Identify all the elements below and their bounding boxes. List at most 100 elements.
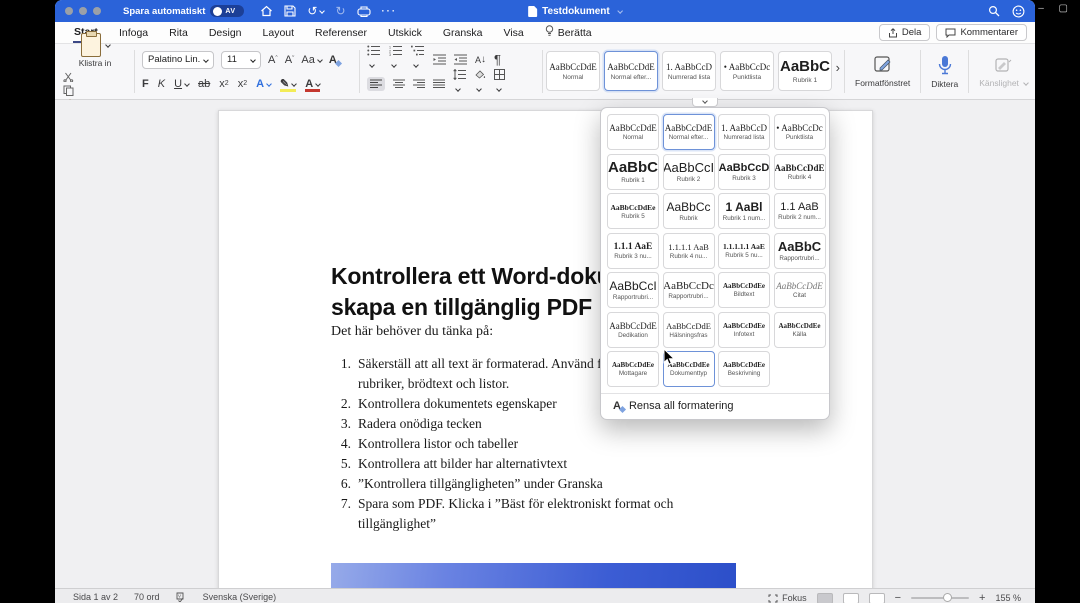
justify-button[interactable] [433, 79, 445, 89]
style-chip-infotext[interactable]: AaBbCcDdEeInfotext [718, 312, 770, 348]
zoom-slider[interactable] [911, 597, 969, 599]
style-chip-punktlista[interactable]: • AaBbCcDcPunktlista [774, 114, 826, 150]
word-count[interactable]: 70 ord [134, 592, 160, 602]
home-icon[interactable] [260, 5, 273, 17]
borders-icon[interactable] [494, 69, 505, 98]
strikethrough-button[interactable]: ab [198, 78, 210, 90]
view-outline-button[interactable] [869, 593, 885, 603]
style-chip-källa[interactable]: AaBbCcDdEeKälla [774, 312, 826, 348]
save-icon[interactable] [284, 5, 296, 17]
document-image[interactable] [331, 563, 736, 588]
style-chip-rubrik-2[interactable]: AaBbCcIRubrik 2 [663, 154, 715, 190]
font-color-icon[interactable]: A [305, 78, 320, 90]
smiley-icon[interactable] [1012, 5, 1025, 18]
subscript-button[interactable]: x2 [219, 78, 228, 90]
sort-icon[interactable]: A↓ [475, 54, 486, 65]
style-chip-rubrik-4[interactable]: AaBbCcDdERubrik 4 [774, 154, 826, 190]
style-chip-rubrik-1[interactable]: AaBbCRubrik 1 [607, 154, 659, 190]
superscript-button[interactable]: x2 [238, 78, 247, 90]
tab-utskick[interactable]: Utskick [387, 24, 423, 42]
underline-button[interactable]: U [174, 78, 189, 90]
decrease-indent-icon[interactable] [433, 54, 446, 65]
text-effects-icon[interactable]: A [256, 78, 271, 90]
clear-formatting-icon[interactable]: A [329, 54, 337, 66]
document-title[interactable]: Testdokument [528, 6, 622, 17]
numbered-list-icon[interactable]: 123 [389, 45, 403, 74]
redo-icon[interactable]: ↻ [335, 5, 345, 17]
tab-layout[interactable]: Layout [262, 24, 296, 42]
style-chip-citat[interactable]: AaBbCcDdECitat [774, 272, 826, 308]
search-icon[interactable] [988, 5, 1000, 17]
style-chip-normal-efter-[interactable]: AaBbCcDdENormal efter... [663, 114, 715, 150]
style-chip-rapportrubri-[interactable]: AaBbCRapportrubri... [774, 233, 826, 269]
tab-visa[interactable]: Visa [503, 24, 525, 42]
language-indicator[interactable]: Svenska (Sverige) [203, 592, 277, 602]
tab-berätta[interactable]: Berätta [544, 22, 593, 43]
autosave-switch[interactable]: AV [210, 5, 244, 17]
style-chip-beskrivning[interactable]: AaBbCcDdEeBeskrivning [718, 351, 770, 387]
shrink-font-icon[interactable]: Aˇ [285, 54, 295, 66]
bold-button[interactable]: F [142, 78, 149, 90]
line-spacing-icon[interactable] [453, 69, 466, 98]
style-chip-mottagare[interactable]: AaBbCcDdEeMottagare [607, 351, 659, 387]
comments-button[interactable]: Kommentarer [936, 24, 1027, 41]
focus-button[interactable]: Fokus [768, 593, 807, 603]
copy-icon[interactable] [63, 85, 127, 96]
format-pane-button[interactable]: Formatfönstret [848, 44, 917, 99]
share-button[interactable]: Dela [879, 24, 931, 41]
style-chip-normal-efter-[interactable]: AaBbCcDdENormal efter... [604, 51, 658, 91]
highlight-color-icon[interactable]: ✎ [280, 77, 296, 90]
align-right-button[interactable] [413, 79, 425, 89]
grow-font-icon[interactable]: Aˆ [268, 54, 278, 66]
style-chip-rubrik-4-nu-[interactable]: 1.1.1.1 AaBRubrik 4 nu... [663, 233, 715, 269]
tab-referenser[interactable]: Referenser [314, 24, 368, 42]
styles-gallery-expander[interactable] [692, 98, 718, 107]
style-chip-rapportrubri-[interactable]: AaBbCcIRapportrubri... [607, 272, 659, 308]
style-chip-rubrik-2-num-[interactable]: 1.1 AaBRubrik 2 num... [774, 193, 826, 229]
print-icon[interactable] [357, 6, 371, 17]
tab-rita[interactable]: Rita [168, 24, 189, 42]
style-chip-dedikation[interactable]: AaBbCcDdEDedikation [607, 312, 659, 348]
view-web-layout-button[interactable] [843, 593, 859, 603]
zoom-out-icon[interactable]: − [895, 592, 901, 603]
clear-formatting-item[interactable]: A Rensa all formatering [601, 393, 829, 419]
style-chip-hälsningsfras[interactable]: AaBbCcDdEHälsningsfras [663, 312, 715, 348]
autosave-toggle[interactable]: Spara automatiskt AV [123, 5, 244, 17]
dictate-button[interactable]: Diktera [924, 44, 965, 99]
font-size-select[interactable]: 11 [221, 51, 261, 69]
proofing-icon[interactable]: V [176, 592, 187, 602]
italic-button[interactable]: K [158, 78, 165, 90]
bullet-list-icon[interactable] [367, 45, 381, 74]
align-left-button[interactable] [367, 77, 385, 91]
cut-icon[interactable] [63, 72, 127, 82]
font-name-select[interactable]: Palatino Lin... [142, 51, 214, 69]
pilcrow-icon[interactable]: ¶ [494, 52, 501, 67]
traffic-lights[interactable] [65, 7, 101, 15]
undo-icon[interactable]: ↺ [307, 5, 324, 17]
multilevel-list-icon[interactable] [411, 45, 425, 74]
style-chip-bildtext[interactable]: AaBbCcDdEeBildtext [718, 272, 770, 308]
style-chip-punktlista[interactable]: • AaBbCcDcPunktlista [720, 51, 774, 91]
style-chip-normal[interactable]: AaBbCcDdENormal [546, 51, 600, 91]
paste-button[interactable]: Klistra in [63, 33, 127, 68]
gallery-more-icon[interactable]: › [836, 60, 840, 75]
style-chip-rubrik-3[interactable]: AaBbCcDRubrik 3 [718, 154, 770, 190]
style-chip-rapportrubri-[interactable]: AaBbCcDcRapportrubri... [663, 272, 715, 308]
shading-icon[interactable] [474, 69, 486, 98]
style-chip-numrerad-lista[interactable]: 1. AaBbCcDNumrerad lista [662, 51, 716, 91]
page-indicator[interactable]: Sida 1 av 2 [73, 592, 118, 602]
style-chip-normal[interactable]: AaBbCcDdENormal [607, 114, 659, 150]
style-chip-numrerad-lista[interactable]: 1. AaBbCcDNumrerad lista [718, 114, 770, 150]
change-case-icon[interactable]: Aa [301, 54, 321, 66]
more-icon[interactable]: ··· [382, 6, 398, 17]
increase-indent-icon[interactable] [454, 54, 467, 65]
style-chip-rubrik-3-nu-[interactable]: 1.1.1 AaERubrik 3 nu... [607, 233, 659, 269]
sensitivity-button[interactable]: Känslighet [972, 44, 1035, 99]
document-canvas[interactable]: Kontrollera ett Word-dokum skapa en till… [55, 100, 1035, 588]
view-print-layout-button[interactable] [817, 593, 833, 603]
align-center-button[interactable] [393, 79, 405, 89]
style-chip-rubrik-5-nu-[interactable]: 1.1.1.1.1 AaERubrik 5 nu... [718, 233, 770, 269]
style-chip-rubrik-1-num-[interactable]: 1 AaBlRubrik 1 num... [718, 193, 770, 229]
style-chip-rubrik-5[interactable]: AaBbCcDdEeRubrik 5 [607, 193, 659, 229]
tab-design[interactable]: Design [208, 24, 243, 42]
